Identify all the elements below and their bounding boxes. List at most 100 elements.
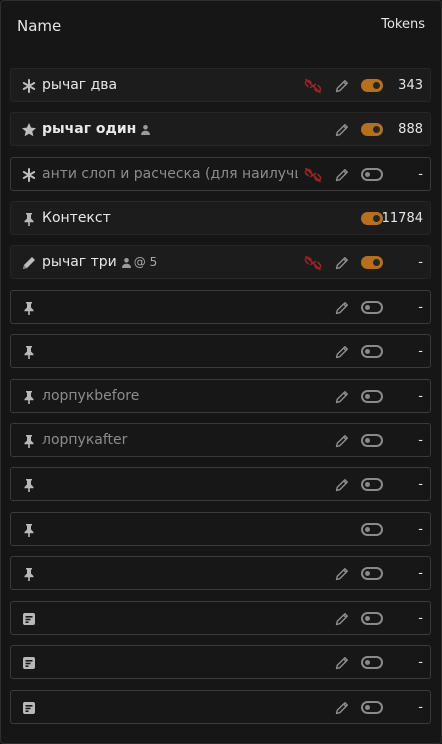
prompt-row[interactable]: Контекст 11784 [10,201,431,235]
broken-link-icon [304,167,322,183]
prompt-row[interactable]: - [10,690,431,724]
prompt-title-text: рычаг один [42,121,137,137]
prompt-row[interactable]: рычаг два 343 [10,68,431,102]
token-count: - [418,566,423,581]
toggle-knob [365,349,370,354]
prompt-title-text: лорпукbefore [42,388,140,404]
edit-pencil-icon[interactable] [334,477,350,493]
edit-pencil-icon[interactable] [334,300,350,316]
edit-pencil-icon[interactable] [334,566,350,582]
toggle-knob [365,660,370,665]
token-count: 888 [398,122,423,137]
prompt-row[interactable]: - [10,556,431,590]
prompt-title[interactable]: рычаг два [42,77,298,93]
prompt-title[interactable]: Контекст [42,210,298,226]
prompt-title-text: Контекст [42,210,111,226]
pin-icon [21,522,37,538]
prompt-title[interactable]: анти слоп и расческа (для наилучш [42,166,298,182]
prompt-title[interactable]: рычаг один [42,121,298,137]
prompt-row[interactable]: - [10,601,431,635]
pin-icon [21,300,37,316]
prompt-title-text: анти слоп и расческа (для наилучш [42,166,298,182]
token-count: - [418,255,423,270]
pencil-icon [21,255,37,271]
enable-toggle[interactable] [361,701,383,714]
enable-toggle[interactable] [361,523,383,536]
enable-toggle[interactable] [361,478,383,491]
prompt-row[interactable]: рычаг один 888 [10,112,431,146]
prompt-row[interactable]: - [10,290,431,324]
list-header: Name Tokens [1,1,441,51]
list-icon [21,700,37,716]
prompt-title[interactable]: рычаг три @ 5 [42,254,298,270]
enable-toggle[interactable] [361,434,383,447]
toggle-knob [365,394,370,399]
edit-pencil-icon[interactable] [334,344,350,360]
pin-icon [21,477,37,493]
star-icon [21,122,37,138]
list-icon [21,655,37,671]
token-count: - [418,655,423,670]
pin-icon [21,344,37,360]
name-column-header: Name [17,17,62,35]
edit-pencil-icon[interactable] [334,700,350,716]
edit-pencil-icon[interactable] [334,611,350,627]
prompt-row[interactable]: - [10,334,431,368]
pin-icon [21,566,37,582]
list-icon [21,611,37,627]
prompt-row[interactable]: - [10,645,431,679]
prompt-row[interactable]: анти слоп и расческа (для наилучш - [10,157,431,191]
prompt-title-text: рычаг три [42,254,117,270]
prompt-row[interactable]: - [10,512,431,546]
enable-toggle[interactable] [361,567,383,580]
toggle-knob [373,215,380,222]
edit-pencil-icon[interactable] [334,78,350,94]
broken-link-icon [304,78,322,94]
token-count: - [418,433,423,448]
prompt-row[interactable]: лорпукbefore - [10,379,431,413]
enable-toggle[interactable] [361,123,383,136]
injection-depth-label: @ 5 [133,255,158,269]
prompt-title[interactable]: лорпукafter [42,432,298,448]
edit-pencil-icon[interactable] [334,122,350,138]
enable-toggle[interactable] [361,301,383,314]
toggle-knob [365,482,370,487]
edit-pencil-icon[interactable] [334,389,350,405]
enable-toggle[interactable] [361,79,383,92]
enable-toggle[interactable] [361,390,383,403]
asterisk-icon [21,167,37,183]
pin-icon [21,211,37,227]
token-count: - [418,611,423,626]
enable-toggle[interactable] [361,612,383,625]
toggle-knob [373,126,380,133]
enable-toggle[interactable] [361,212,383,225]
token-count: 11784 [381,211,423,226]
tokens-column-header: Tokens [381,17,425,32]
toggle-knob [365,705,370,710]
token-count: - [418,344,423,359]
toggle-knob [365,172,370,177]
enable-toggle[interactable] [361,256,383,269]
enable-toggle[interactable] [361,345,383,358]
token-count: - [418,477,423,492]
broken-link-icon [304,255,322,271]
edit-pencil-icon[interactable] [334,255,350,271]
toggle-knob [365,571,370,576]
edit-pencil-icon[interactable] [334,433,350,449]
user-icon [121,257,131,268]
toggle-knob [373,82,380,89]
prompt-title[interactable]: лорпукbefore [42,388,298,404]
edit-pencil-icon[interactable] [334,167,350,183]
toggle-knob [365,438,370,443]
prompt-row[interactable]: - [10,467,431,501]
edit-pencil-icon[interactable] [334,655,350,671]
prompt-title-text: лорпукafter [42,432,128,448]
prompt-row[interactable]: лорпукafter - [10,423,431,457]
enable-toggle[interactable] [361,656,383,669]
prompt-list-panel: Name Tokens рычаг два 343 рычаг один 888 ант… [0,0,442,744]
user-icon [141,124,151,135]
enable-toggle[interactable] [361,168,383,181]
prompt-row[interactable]: рычаг три @ 5 - [10,245,431,279]
token-count: - [418,167,423,182]
toggle-knob [373,259,380,266]
